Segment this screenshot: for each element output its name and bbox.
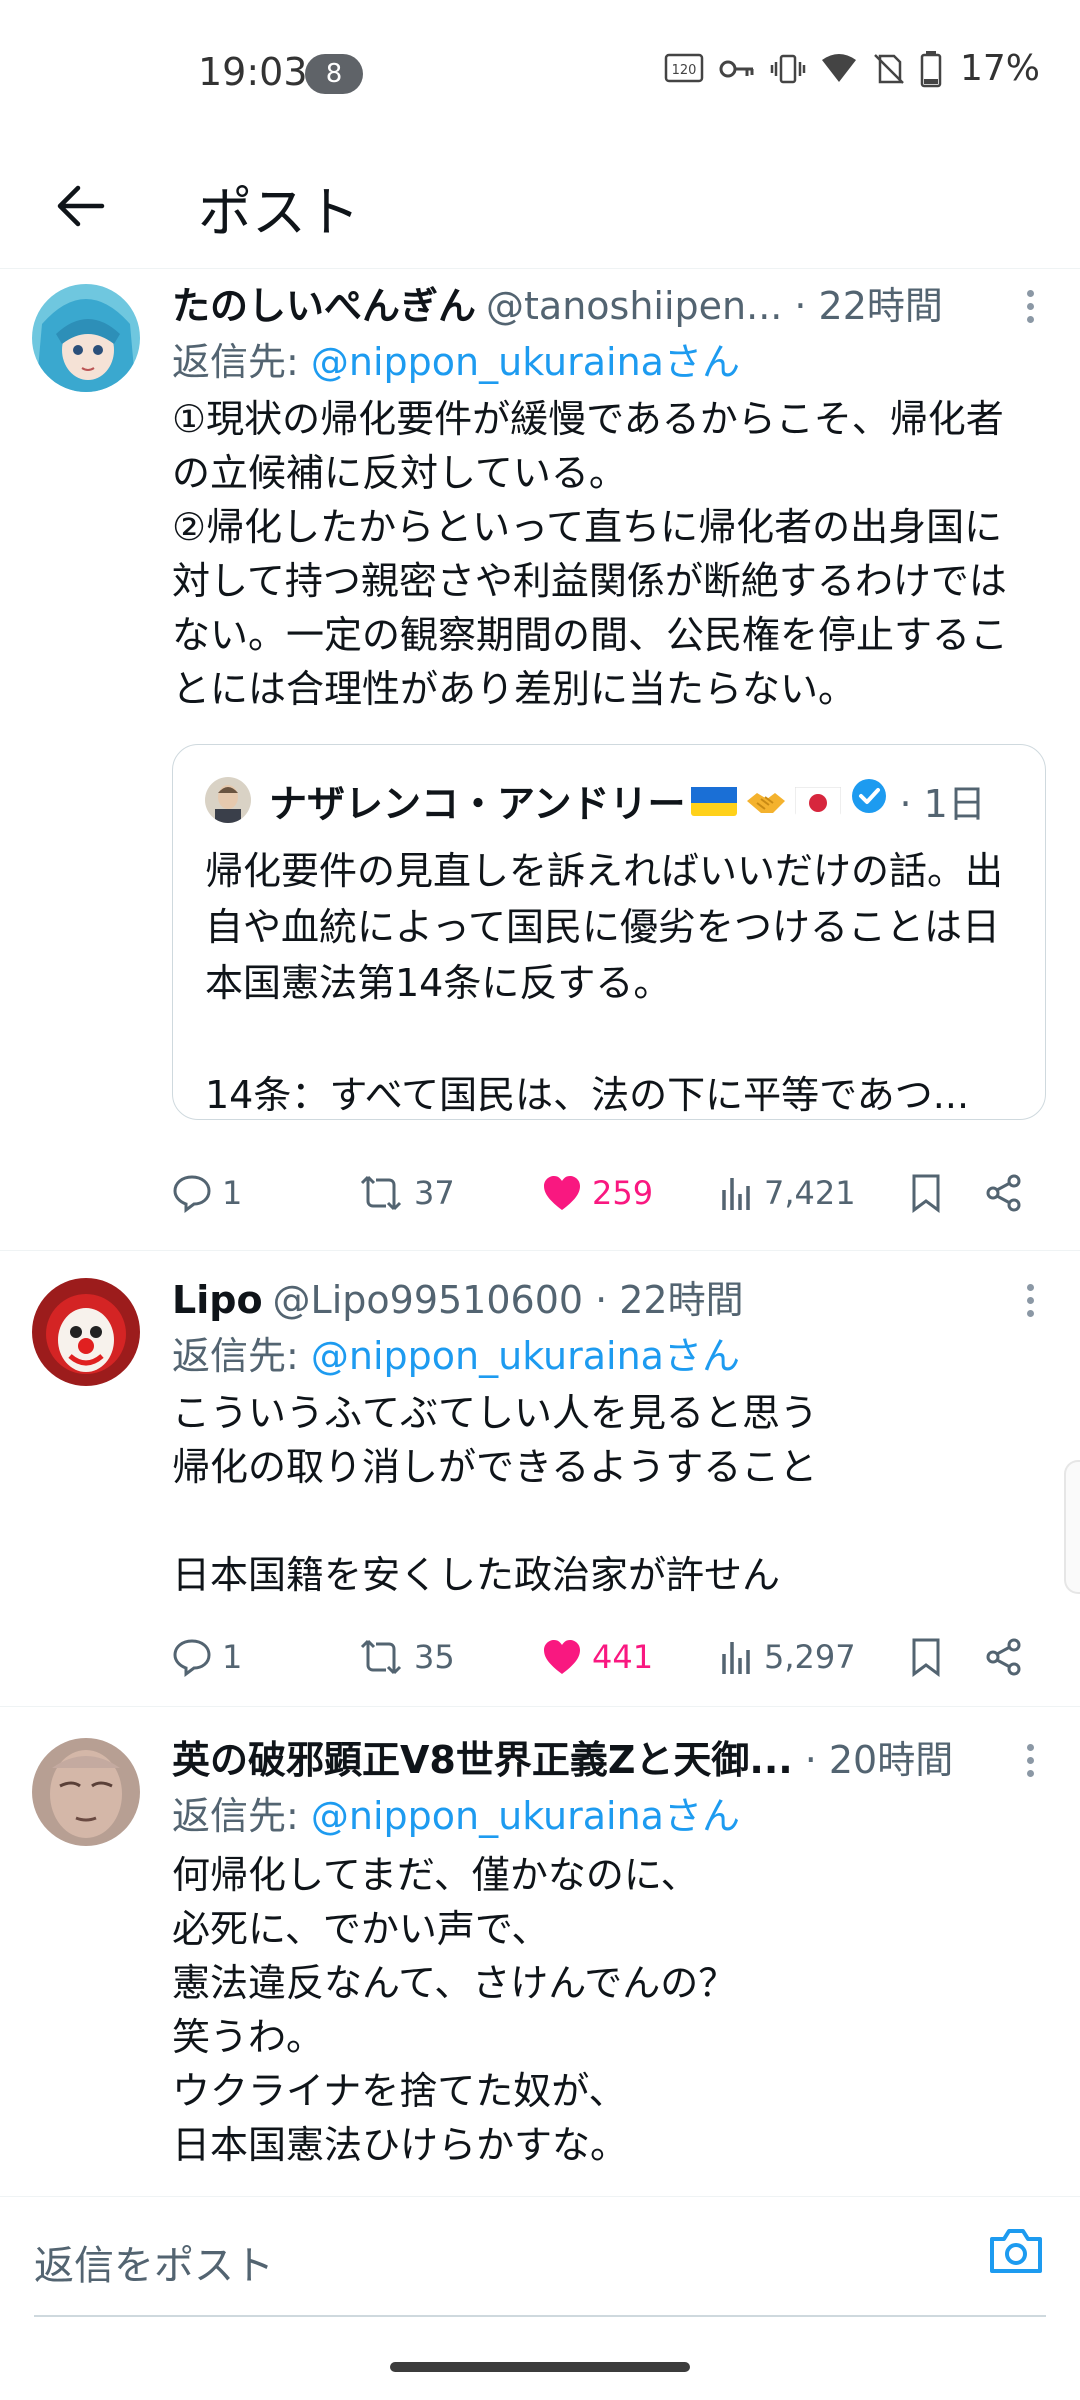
display-name[interactable]: 英の破邪顕正V8世界正義Zと天御... <box>172 1734 793 1786</box>
reply-to-handle[interactable]: @nippon_ukurainaさん <box>311 1334 740 1378</box>
reply-to-handle[interactable]: @nippon_ukurainaさん <box>311 340 740 384</box>
user-handle[interactable]: @Lipo99510600 <box>273 1274 584 1326</box>
arrow-left-icon <box>57 185 105 227</box>
tweet-actions: 1 37 259 7,421 <box>172 1168 1040 1218</box>
tweet-time[interactable]: · 20時間 <box>805 1734 954 1786</box>
avatar[interactable] <box>32 1738 140 1846</box>
bookmark-icon <box>912 1638 940 1677</box>
retweet-count: 37 <box>414 1174 455 1212</box>
notification-count-badge: 8 <box>305 54 363 94</box>
tweet-header: たのしいぺんぎん @tanoshiipen... · 22時間 <box>172 280 1040 332</box>
share-icon <box>986 1174 1021 1212</box>
tweet-header: 英の破邪顕正V8世界正義Zと天御... · 20時間 <box>172 1734 1040 1786</box>
retweet-count: 35 <box>414 1638 455 1676</box>
verified-badge-icon <box>851 778 887 823</box>
tweet-actions: 1 35 441 5,297 <box>172 1632 1040 1682</box>
reply-to: 返信先: @nippon_ukurainaさん <box>172 1330 740 1382</box>
back-button[interactable] <box>40 166 120 246</box>
like-count: 259 <box>592 1174 654 1212</box>
reply-to: 返信先: @nippon_ukurainaさん <box>172 1790 740 1842</box>
reply-divider <box>34 2315 1046 2317</box>
handshake-icon <box>743 784 789 816</box>
views-button[interactable]: 7,421 <box>720 1174 856 1212</box>
retweet-icon <box>360 1639 402 1675</box>
reply-composer[interactable]: 返信をポスト <box>0 2196 1080 2317</box>
camera-icon <box>990 2229 1042 2273</box>
vibrate-icon <box>770 54 806 83</box>
svg-text:120: 120 <box>672 63 697 78</box>
tweet-time[interactable]: · 22時間 <box>595 1274 744 1326</box>
japan-flag-icon <box>795 784 842 816</box>
battery-icon <box>920 50 942 87</box>
share-icon <box>986 1638 1021 1676</box>
reply-count: 1 <box>222 1638 243 1676</box>
like-count: 441 <box>592 1638 654 1676</box>
display-name[interactable]: たのしいぺんぎん <box>172 280 476 332</box>
share-button[interactable] <box>984 1173 1034 1213</box>
ukraine-flag-icon <box>691 784 738 816</box>
tweet-text: ①現状の帰化要件が緩慢であるからこそ、帰化者の立候補に反対している。 ②帰化した… <box>172 397 1009 711</box>
reply-icon <box>173 1639 211 1677</box>
share-button[interactable] <box>984 1637 1034 1677</box>
tweet-text: 何帰化してまだ、僅かなのに、 必死に、でかい声で、 憲法違反なんて、さけんでんの… <box>172 1853 737 2167</box>
reply-count: 1 <box>222 1174 243 1212</box>
home-indicator[interactable] <box>390 2362 690 2372</box>
tweet[interactable]: たのしいぺんぎん @tanoshiipen... · 22時間 返信先: @ni… <box>0 268 1080 1251</box>
reply-input[interactable]: 返信をポスト <box>34 2233 274 2291</box>
reply-icon <box>173 1175 211 1213</box>
quote-display-name: ナザレンコ・アンドリー <box>269 781 686 826</box>
quote-time: · 1日 <box>899 781 986 826</box>
quoted-tweet[interactable]: ナザレンコ・アンドリー · 1日 帰化要件の見直しを訴えればいいだけの話。出自や… <box>172 744 1046 1120</box>
tweet-header: Lipo @Lipo99510600 · 22時間 <box>172 1274 1040 1326</box>
tweet-text: こういうふてぶてしい人を見ると思う 帰化の取り消しができるようすること 日本国籍… <box>172 1391 819 1597</box>
quoted-tweet-header: ナザレンコ・アンドリー · 1日 <box>205 775 1015 826</box>
avatar[interactable] <box>32 1278 140 1386</box>
retweet-button[interactable]: 35 <box>358 1637 455 1677</box>
view-count: 7,421 <box>764 1174 856 1212</box>
status-time: 19:03 <box>198 50 308 94</box>
more-options-icon[interactable] <box>1020 1734 1040 1786</box>
page-title: ポスト <box>198 181 360 244</box>
retweet-icon <box>360 1175 402 1211</box>
status-bar: 19:03 8 120 17% <box>0 0 1080 150</box>
like-button[interactable]: 441 <box>542 1638 653 1676</box>
key-icon <box>719 60 754 77</box>
bookmark-button[interactable] <box>910 1637 952 1677</box>
tweet-time[interactable]: · 22時間 <box>794 280 943 332</box>
bookmark-icon <box>912 1174 940 1213</box>
reply-to-label: 返信先: <box>172 340 311 384</box>
more-options-icon[interactable] <box>1020 280 1040 332</box>
views-chart-icon <box>722 1178 750 1210</box>
bookmark-button[interactable] <box>910 1173 952 1213</box>
app-header: ポスト <box>0 150 1080 269</box>
retweet-button[interactable]: 37 <box>358 1173 455 1213</box>
tweet[interactable]: 英の破邪顕正V8世界正義Zと天御... · 20時間 返信先: @nippon_… <box>0 1706 1080 2196</box>
reply-button[interactable]: 1 <box>172 1637 242 1677</box>
status-icons: 120 17% <box>664 48 1040 89</box>
reply-to: 返信先: @nippon_ukurainaさん <box>172 336 740 388</box>
views-button[interactable]: 5,297 <box>720 1638 856 1676</box>
view-count: 5,297 <box>764 1638 856 1676</box>
more-options-icon[interactable] <box>1020 1274 1040 1326</box>
battery-percent: 17% <box>959 48 1040 89</box>
reply-to-label: 返信先: <box>172 1334 311 1378</box>
camera-button[interactable] <box>988 2225 1044 2279</box>
heart-icon <box>544 1640 580 1674</box>
heart-icon <box>544 1176 580 1210</box>
reply-to-label: 返信先: <box>172 1794 311 1838</box>
no-sim-icon <box>874 53 904 84</box>
reply-button[interactable]: 1 <box>172 1173 242 1213</box>
edge-panel-handle[interactable] <box>1064 1460 1080 1594</box>
tweet[interactable]: Lipo @Lipo99510600 · 22時間 返信先: @nippon_u… <box>0 1250 1080 1707</box>
quote-avatar <box>205 777 251 823</box>
like-button[interactable]: 259 <box>542 1174 653 1212</box>
quote-text: 帰化要件の見直しを訴えればいいだけの話。出自や血統によって国民に優劣をつけること… <box>205 849 1004 1117</box>
reply-to-handle[interactable]: @nippon_ukurainaさん <box>311 1794 740 1838</box>
wifi-icon <box>821 53 856 82</box>
refresh-rate-icon: 120 <box>664 53 704 82</box>
views-chart-icon <box>722 1642 750 1674</box>
display-name[interactable]: Lipo <box>172 1274 263 1326</box>
avatar[interactable] <box>32 284 140 392</box>
user-handle[interactable]: @tanoshiipen... <box>486 280 782 332</box>
